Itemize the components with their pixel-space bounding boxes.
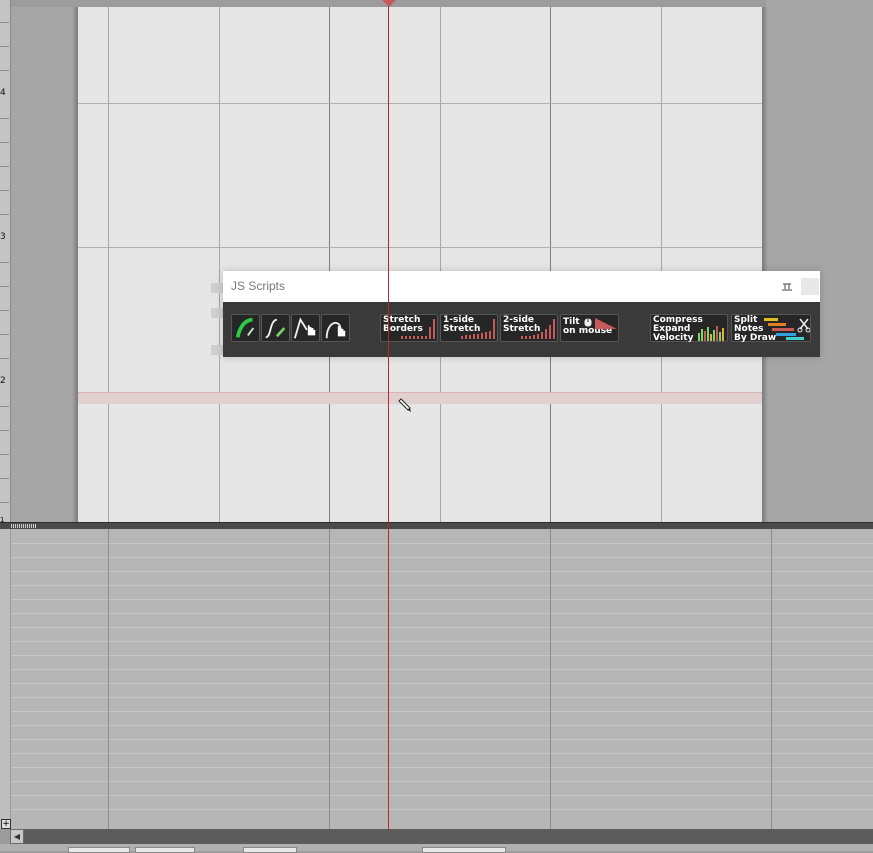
bottom-tab[interactable] (135, 847, 195, 853)
horizontal-scrollbar[interactable]: ◀ (10, 829, 873, 844)
out-of-range-area-left (11, 7, 75, 522)
draw-ramp-pencil-icon[interactable] (261, 314, 290, 342)
compress-expand-velocity-button[interactable]: Compress Expand Velocity (650, 314, 728, 343)
scroll-left-icon[interactable]: ◀ (10, 829, 24, 844)
split-notes-by-draw-button[interactable]: Split Notes By Draw (731, 314, 811, 343)
tilt-on-mouse-button[interactable]: Tilt on mouse (560, 314, 619, 342)
tilt-ramp-icon (595, 318, 617, 329)
bars-icon (521, 319, 555, 339)
window-title: JS Scripts (231, 279, 286, 293)
item-shadow-right (762, 7, 768, 522)
lower-lane-area[interactable] (0, 529, 873, 829)
window-titlebar[interactable]: JS Scripts (223, 271, 820, 302)
timeline-ruler[interactable] (0, 0, 873, 7)
draw-curve-green-icon[interactable] (231, 314, 260, 342)
envelope-edit-area[interactable] (78, 7, 762, 522)
playhead-line[interactable] (388, 0, 389, 830)
playhead-marker-icon[interactable] (382, 0, 396, 7)
ghost-edge (211, 283, 223, 293)
bottom-tab[interactable] (68, 847, 130, 853)
curve-hand-icon[interactable] (321, 314, 350, 342)
bars-icon (401, 319, 435, 339)
split-notes-icon (764, 318, 810, 340)
ghost-edge (211, 345, 223, 355)
arch-hand-icon[interactable] (291, 314, 320, 342)
divider-grip-icon[interactable] (11, 524, 36, 528)
value-ruler: 4 3 2 1 (0, 0, 11, 524)
pin-icon[interactable] (780, 280, 794, 294)
close-button[interactable] (801, 278, 819, 295)
velocity-bars-icon (698, 326, 724, 341)
compress-expand-velocity-label: Compress Expand Velocity (653, 315, 703, 343)
bottom-tab[interactable] (422, 847, 506, 853)
bars-icon (461, 319, 495, 339)
out-of-range-area-right (766, 0, 873, 522)
ruler-label-2: 2 (0, 376, 6, 386)
ruler-label-4: 4 (0, 88, 6, 98)
selected-lane-highlight (78, 392, 762, 404)
lower-ruler (0, 529, 11, 829)
ghost-edge (211, 308, 223, 318)
two-side-stretch-button[interactable]: 2-side Stretch (500, 314, 558, 342)
bottom-tab[interactable] (243, 847, 297, 853)
expand-plus-icon[interactable]: + (1, 819, 11, 829)
mouse-icon (584, 318, 592, 327)
js-scripts-window[interactable]: JS Scripts Stretch Borders 1-side Stretc… (223, 271, 820, 357)
one-side-stretch-button[interactable]: 1-side Stretch (440, 314, 498, 342)
pencil-cursor-icon (398, 398, 411, 412)
ruler-label-3: 3 (0, 232, 6, 242)
